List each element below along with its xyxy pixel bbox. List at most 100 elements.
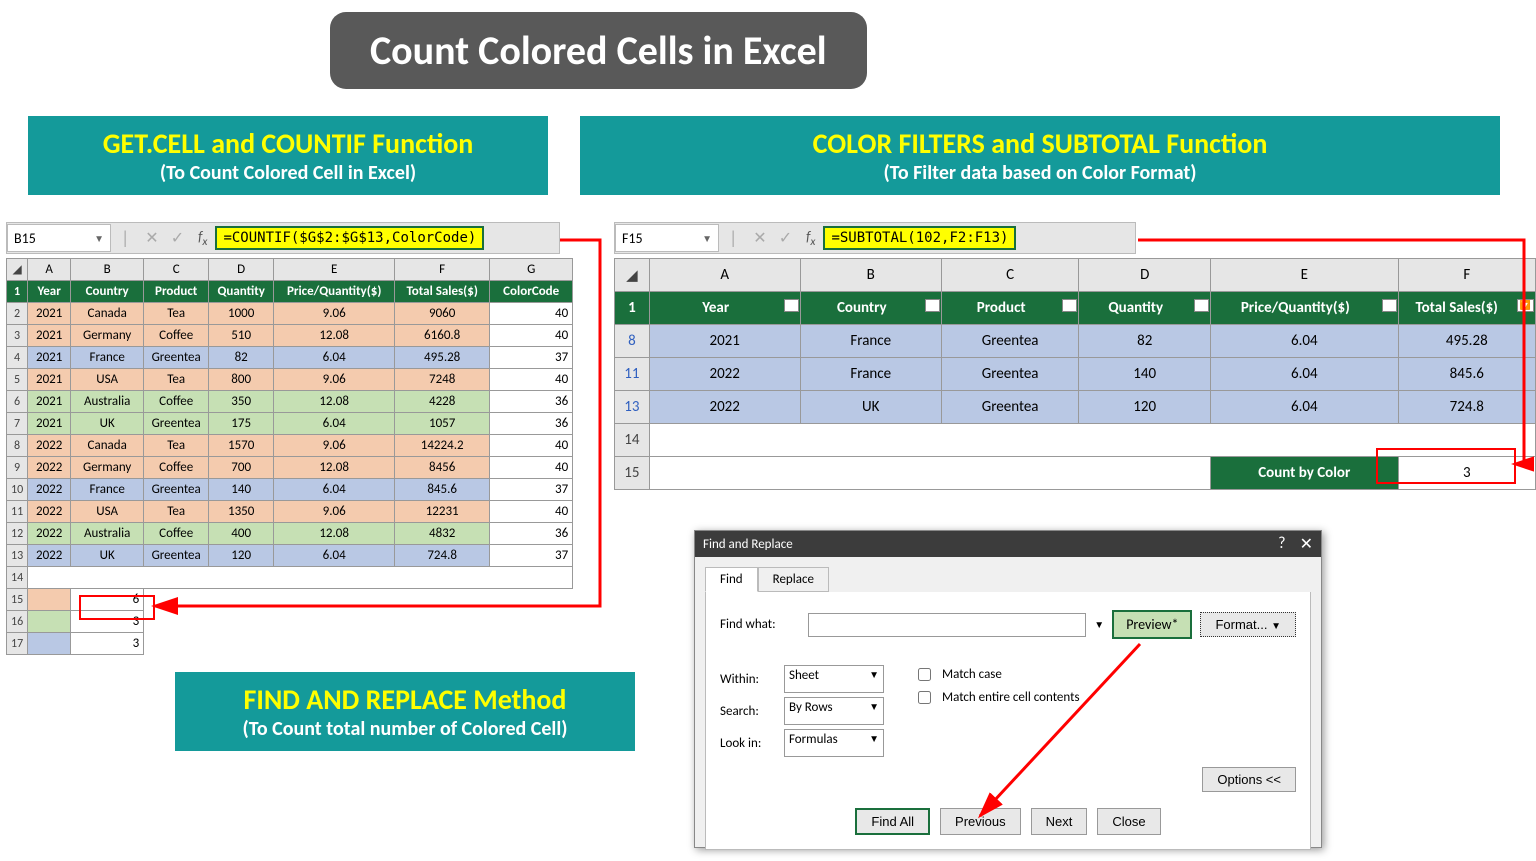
cell[interactable]: 14224.2 — [395, 435, 490, 457]
format-button[interactable]: Format... ▼ — [1200, 612, 1296, 637]
cell[interactable]: Canada — [71, 303, 144, 325]
cell[interactable]: 6160.8 — [395, 325, 490, 347]
cell[interactable]: Germany — [71, 325, 144, 347]
col-header[interactable]: C — [941, 259, 1079, 292]
cell[interactable]: 40 — [490, 325, 573, 347]
col-header[interactable]: E — [1211, 259, 1399, 292]
cancel-icon[interactable]: ✕ — [139, 228, 164, 248]
cell[interactable]: 724.8 — [1398, 391, 1535, 424]
cell[interactable]: 510 — [209, 325, 274, 347]
col-header[interactable]: F — [1398, 259, 1535, 292]
cell[interactable]: Coffee — [144, 391, 209, 413]
cell[interactable]: 1000 — [209, 303, 274, 325]
row-header[interactable]: 3 — [7, 325, 28, 347]
cell[interactable] — [28, 567, 573, 589]
cell[interactable]: 800 — [209, 369, 274, 391]
row-header[interactable]: 8 — [615, 325, 650, 358]
cell[interactable]: Germany — [71, 457, 144, 479]
row-header[interactable]: 12 — [7, 523, 28, 545]
cell[interactable]: 2022 — [28, 523, 71, 545]
filter-icon[interactable]: ▼ — [784, 299, 799, 312]
cell[interactable]: 6.04 — [274, 347, 395, 369]
close-icon[interactable]: ✕ — [1300, 534, 1313, 554]
cell[interactable]: 36 — [490, 413, 573, 435]
cell[interactable]: Greentea — [941, 391, 1079, 424]
cell[interactable]: 12.08 — [274, 523, 395, 545]
cell[interactable]: 6.04 — [1211, 391, 1399, 424]
cell[interactable]: UK — [71, 545, 144, 567]
cell[interactable]: 36 — [490, 391, 573, 413]
col-header[interactable]: D — [209, 259, 274, 281]
cell[interactable]: 9.06 — [274, 435, 395, 457]
formula-input[interactable]: =COUNTIF($G$2:$G$13,ColorCode) — [215, 226, 484, 250]
chevron-down-icon[interactable]: ▼ — [1271, 621, 1281, 632]
match-case-checkbox[interactable] — [918, 668, 931, 681]
col-header[interactable]: E — [274, 259, 395, 281]
cell[interactable]: Coffee — [144, 325, 209, 347]
col-header[interactable]: F — [395, 259, 490, 281]
col-header[interactable]: B — [71, 259, 144, 281]
cell[interactable]: 140 — [1079, 358, 1211, 391]
cell[interactable]: 12.08 — [274, 391, 395, 413]
cell[interactable]: 2022 — [28, 545, 71, 567]
cell[interactable]: 82 — [209, 347, 274, 369]
table-header[interactable]: Product▼ — [941, 292, 1079, 325]
cell[interactable]: USA — [71, 369, 144, 391]
filter-icon[interactable]: ▼ — [1062, 299, 1077, 312]
cell[interactable]: Greentea — [941, 325, 1079, 358]
row-header[interactable]: 15 — [615, 457, 650, 490]
row-header[interactable]: 17 — [7, 633, 28, 655]
find-all-button[interactable]: Find All — [855, 808, 930, 835]
cell[interactable]: 12.08 — [274, 457, 395, 479]
table-header[interactable]: Year▼ — [649, 292, 800, 325]
cell[interactable] — [144, 611, 573, 633]
fx-icon[interactable]: fx — [798, 228, 823, 249]
row-header[interactable]: 13 — [615, 391, 650, 424]
row-header[interactable]: 2 — [7, 303, 28, 325]
filter-icon[interactable]: ▼ — [925, 299, 940, 312]
cell[interactable]: 845.6 — [395, 479, 490, 501]
row-header[interactable]: 6 — [7, 391, 28, 413]
col-header[interactable]: A — [28, 259, 71, 281]
cell[interactable]: 2022 — [28, 479, 71, 501]
cell[interactable]: 2022 — [28, 501, 71, 523]
cell[interactable]: 40 — [490, 457, 573, 479]
cell[interactable]: 6.04 — [1211, 325, 1399, 358]
row-header[interactable]: 9 — [7, 457, 28, 479]
cell[interactable]: 37 — [490, 479, 573, 501]
cell[interactable]: 400 — [209, 523, 274, 545]
cell[interactable]: Australia — [71, 391, 144, 413]
table-header[interactable]: Country▼ — [800, 292, 941, 325]
options-button[interactable]: Options << — [1202, 767, 1296, 792]
cell[interactable]: 1057 — [395, 413, 490, 435]
cell[interactable]: 40 — [490, 303, 573, 325]
col-header[interactable]: A — [649, 259, 800, 292]
table-header[interactable]: Total Sales($)🔽 — [1398, 292, 1535, 325]
chevron-down-icon[interactable]: ▼ — [94, 232, 104, 245]
cell[interactable]: 82 — [1079, 325, 1211, 358]
tab-replace[interactable]: Replace — [758, 567, 829, 592]
cell[interactable]: 6.04 — [1211, 358, 1399, 391]
cell[interactable]: 8456 — [395, 457, 490, 479]
cell[interactable] — [28, 589, 71, 611]
cell[interactable]: 2021 — [28, 325, 71, 347]
filter-icon[interactable]: ▼ — [1194, 299, 1209, 312]
cell[interactable]: 2021 — [649, 325, 800, 358]
row-header[interactable]: 10 — [7, 479, 28, 501]
row-header[interactable]: 7 — [7, 413, 28, 435]
cancel-icon[interactable]: ✕ — [747, 228, 772, 248]
cell[interactable]: 12.08 — [274, 325, 395, 347]
row-header[interactable]: 4 — [7, 347, 28, 369]
cell[interactable] — [649, 457, 1210, 490]
cell[interactable]: 2022 — [28, 457, 71, 479]
cell[interactable]: France — [71, 479, 144, 501]
find-next-button[interactable]: Next — [1031, 808, 1088, 835]
cell[interactable]: 175 — [209, 413, 274, 435]
cell[interactable]: 36 — [490, 523, 573, 545]
cell[interactable]: 495.28 — [395, 347, 490, 369]
select-all-corner[interactable]: ◢ — [615, 259, 650, 292]
cell[interactable]: 700 — [209, 457, 274, 479]
row-header[interactable]: 14 — [615, 424, 650, 457]
cell[interactable]: France — [800, 358, 941, 391]
cell[interactable]: 9060 — [395, 303, 490, 325]
